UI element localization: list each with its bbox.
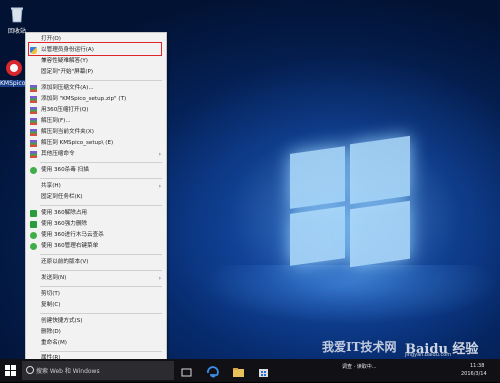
clock-date[interactable]: 2016/3/14 bbox=[461, 371, 487, 377]
menu-item-extract-to[interactable]: 解压到(F)... bbox=[26, 116, 166, 127]
search-box[interactable]: 搜索 Web 和 Windows bbox=[22, 361, 174, 380]
menu-separator bbox=[40, 205, 162, 206]
menu-item-add-to-zip[interactable]: 添加到 "KMSpico_setup.zip" (T) bbox=[26, 94, 166, 105]
menu-item-360-cloud-scan[interactable]: 使用 360进行木马云查杀 bbox=[26, 230, 166, 241]
menu-item-extract-here[interactable]: 解压到当前文件夹(X) bbox=[26, 127, 166, 138]
archive-icon bbox=[30, 129, 37, 136]
desktop-icon-label: KMSpico_setup bbox=[0, 80, 28, 87]
menu-separator bbox=[40, 80, 162, 81]
menu-item-pin-to-taskbar[interactable]: 固定到任务栏(K) bbox=[26, 192, 166, 203]
menu-separator bbox=[40, 162, 162, 163]
360-icon bbox=[30, 210, 37, 217]
context-menu: 打开(O) 以管理员身份运行(A) 兼容性疑难解答(Y) 固定到"开始"屏幕(P… bbox=[25, 32, 167, 366]
tray-notification-text: 调查 · 读取中... bbox=[342, 364, 377, 370]
menu-item-other-compression[interactable]: 其他压缩命令 › bbox=[26, 149, 166, 160]
menu-separator bbox=[40, 351, 162, 352]
chevron-right-icon: › bbox=[158, 151, 161, 158]
archive-icon bbox=[30, 85, 37, 92]
menu-separator bbox=[40, 286, 162, 287]
chevron-right-icon: › bbox=[158, 183, 161, 190]
store-icon[interactable] bbox=[257, 364, 270, 377]
taskbar: 搜索 Web 和 Windows 调查 · 读取中... 11:38 2016/… bbox=[0, 359, 500, 382]
archive-icon bbox=[30, 96, 37, 103]
360-antivirus-icon bbox=[30, 167, 37, 174]
archive-icon bbox=[30, 107, 37, 114]
360-icon bbox=[30, 232, 37, 239]
menu-item-share[interactable]: 共享(H) › bbox=[26, 181, 166, 192]
desktop-icon-kmspico[interactable]: KMSpico_setup bbox=[0, 58, 28, 87]
kmspico-icon bbox=[4, 58, 24, 78]
task-view-icon[interactable] bbox=[180, 364, 193, 377]
menu-item-360-unlock[interactable]: 使用 360解除占用 bbox=[26, 208, 166, 219]
wallpaper-glow bbox=[200, 265, 500, 325]
menu-separator bbox=[40, 270, 162, 271]
360-icon bbox=[30, 243, 37, 250]
windows-logo-wallpaper bbox=[290, 130, 410, 270]
menu-item-rename[interactable]: 重命名(M) bbox=[26, 338, 166, 349]
run-as-admin-highlight-box bbox=[28, 42, 162, 56]
archive-icon bbox=[30, 118, 37, 125]
menu-item-360-force-delete[interactable]: 使用 360强力删除 bbox=[26, 219, 166, 230]
menu-item-add-to-archive[interactable]: 添加到压缩文件(A)... bbox=[26, 83, 166, 94]
search-placeholder: 搜索 Web 和 Windows bbox=[36, 368, 100, 375]
archive-icon bbox=[30, 140, 37, 147]
menu-item-troubleshoot-compat[interactable]: 兼容性疑难解答(Y) bbox=[26, 56, 166, 67]
menu-item-extract-to-folder[interactable]: 解压到 KMSpico_setup\ (E) bbox=[26, 138, 166, 149]
edge-browser-icon[interactable] bbox=[206, 364, 219, 378]
search-icon bbox=[26, 366, 34, 374]
menu-item-cut[interactable]: 剪切(T) bbox=[26, 289, 166, 300]
windows-start-icon bbox=[5, 365, 16, 376]
file-explorer-icon[interactable] bbox=[232, 364, 245, 377]
menu-item-restore-versions[interactable]: 还原以前的版本(V) bbox=[26, 257, 166, 268]
menu-separator bbox=[40, 313, 162, 314]
desktop-icon-recycle-bin[interactable]: 回收站 bbox=[2, 4, 32, 35]
archive-icon bbox=[30, 151, 37, 158]
recycle-bin-icon bbox=[7, 4, 27, 24]
menu-item-create-shortcut[interactable]: 创建快捷方式(S) bbox=[26, 316, 166, 327]
menu-item-open-with-360zip[interactable]: 用360压缩打开(Q) bbox=[26, 105, 166, 116]
menu-item-360-scan[interactable]: 使用 360杀毒 扫描 bbox=[26, 165, 166, 176]
chevron-right-icon: › bbox=[158, 275, 161, 282]
menu-item-send-to[interactable]: 发送到(N) › bbox=[26, 273, 166, 284]
menu-item-360-manage-menu[interactable]: 使用 360管理右键菜单 bbox=[26, 241, 166, 252]
menu-item-copy[interactable]: 复制(C) bbox=[26, 300, 166, 311]
clock-time[interactable]: 11:38 bbox=[470, 363, 484, 369]
menu-item-pin-to-start[interactable]: 固定到"开始"屏幕(P) bbox=[26, 67, 166, 78]
menu-separator bbox=[40, 178, 162, 179]
menu-item-delete[interactable]: 删除(D) bbox=[26, 327, 166, 338]
watermark-text: 我爱IT技术网 bbox=[322, 340, 397, 354]
360-icon bbox=[30, 221, 37, 228]
start-button[interactable] bbox=[2, 362, 19, 379]
watermark-url: jingyan.baidu.com bbox=[405, 352, 452, 358]
menu-separator bbox=[40, 254, 162, 255]
